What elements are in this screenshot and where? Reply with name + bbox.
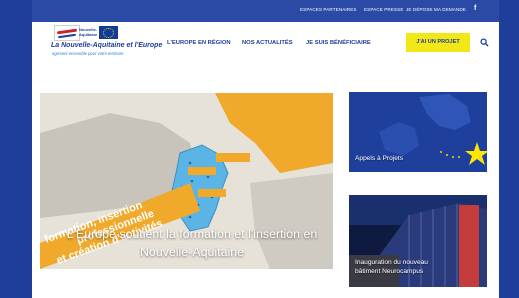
top-utility-bar: ESPACES PARTENAIRES ESPACE PRESSE JE DÉP… — [32, 0, 499, 22]
region-logo-text: Nouvelle-Aquitaine — [79, 27, 98, 37]
site-header: Nouvelle-Aquitaine La Nouvelle-Aquitaine… — [32, 22, 499, 64]
nav-item-europe-en-region[interactable]: L'EUROPE EN RÉGION — [167, 40, 231, 46]
side-card-neurocampus[interactable]: Inauguration du nouveau bâtiment Neuroca… — [349, 195, 487, 287]
page-frame: ESPACES PARTENAIRES ESPACE PRESSE JE DÉP… — [32, 0, 499, 298]
eu-flag-icon — [99, 26, 118, 39]
project-cta-button[interactable]: J'AI UN PROJET — [406, 33, 470, 52]
side-card-appels-projets[interactable]: Appels à Projets — [349, 92, 487, 172]
link-espace-presse[interactable]: ESPACE PRESSE — [364, 7, 404, 12]
featured-article-title[interactable]: L'Europe soutient la formation et l'inse… — [46, 225, 333, 261]
logo-title: La Nouvelle-Aquitaine et l'Europe — [51, 42, 163, 49]
logo-subtitle: agissent ensemble pour votre territoire — [52, 51, 124, 56]
featured-article-card[interactable]: formation, insertion professionnelle et … — [40, 93, 333, 269]
nav-item-nos-actualites[interactable]: NOS ACTUALITÉS — [242, 40, 293, 46]
region-logo-icon — [54, 25, 80, 41]
link-espaces-partenaires[interactable]: ESPACES PARTENAIRES — [300, 7, 357, 12]
search-icon[interactable] — [480, 38, 489, 47]
facebook-icon[interactable]: f — [474, 5, 476, 12]
nav-item-je-suis-beneficiaire[interactable]: JE SUIS BÉNÉFICIAIRE — [306, 40, 371, 46]
link-depose-demande[interactable]: JE DÉPOSE MA DEMANDE — [406, 7, 466, 12]
side-card-title-neurocampus: Inauguration du nouveau bâtiment Neuroca… — [355, 259, 428, 275]
side-card-title-appels: Appels à Projets — [355, 155, 404, 162]
